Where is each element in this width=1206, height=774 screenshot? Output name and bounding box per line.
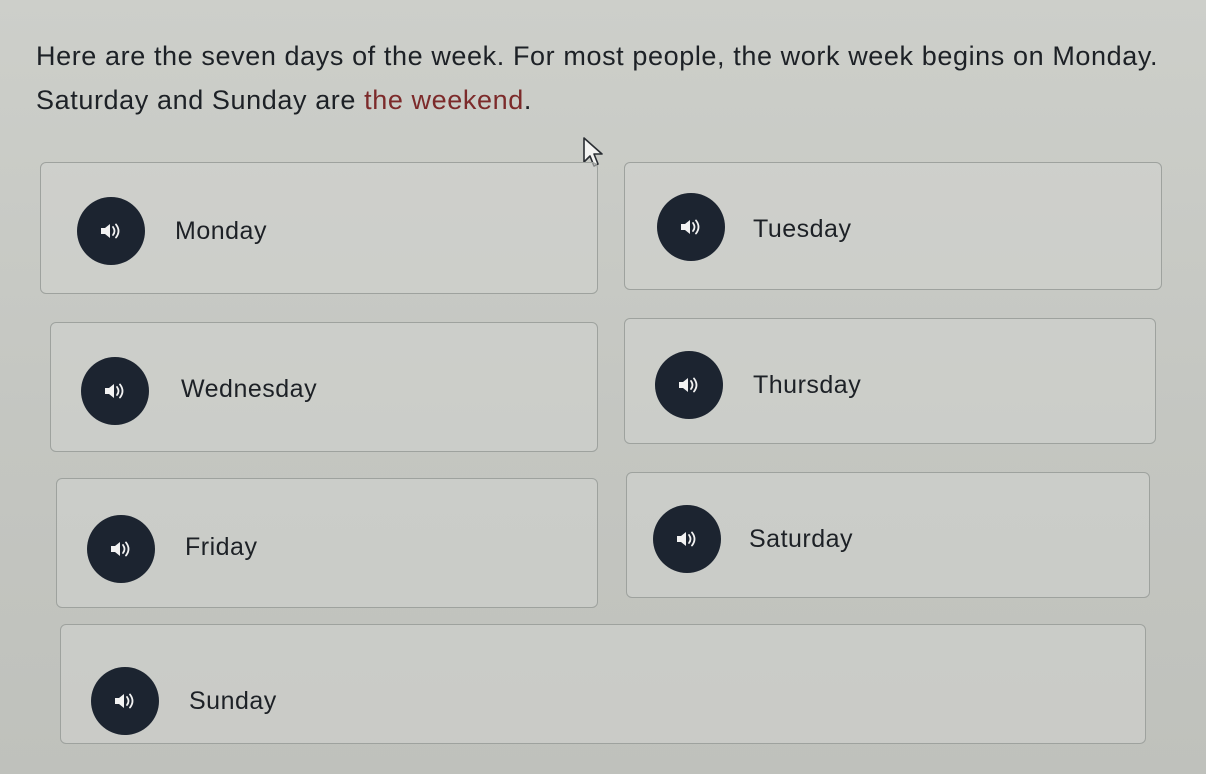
day-card-saturday: Saturday	[626, 472, 1150, 598]
speaker-icon	[677, 531, 696, 547]
speaker-icon	[679, 377, 698, 393]
day-card-thursday: Thursday	[624, 318, 1156, 444]
play-audio-button-sunday[interactable]	[91, 667, 159, 735]
play-audio-button-saturday[interactable]	[653, 505, 721, 573]
day-card-wednesday: Wednesday	[50, 322, 598, 452]
day-card-friday: Friday	[56, 478, 598, 608]
speaker-icon	[111, 541, 130, 557]
speaker-icon	[115, 693, 134, 709]
day-label-tuesday: Tuesday	[753, 215, 852, 243]
lesson-page: Here are the seven days of the week. For…	[0, 0, 1206, 774]
speaker-icon	[101, 223, 120, 239]
play-audio-button-friday[interactable]	[87, 515, 155, 583]
day-label-thursday: Thursday	[753, 371, 862, 399]
day-label-friday: Friday	[185, 533, 258, 561]
intro-highlight: the weekend	[364, 85, 524, 115]
speaker-icon	[105, 383, 124, 399]
day-label-wednesday: Wednesday	[181, 375, 318, 403]
day-card-monday: Monday	[40, 162, 598, 294]
day-label-saturday: Saturday	[749, 525, 854, 553]
play-audio-button-monday[interactable]	[77, 197, 145, 265]
intro-paragraph: Here are the seven days of the week. For…	[36, 34, 1176, 122]
play-audio-button-tuesday[interactable]	[657, 193, 725, 261]
day-card-tuesday: Tuesday	[624, 162, 1162, 290]
day-card-sunday: Sunday	[60, 624, 1146, 744]
speaker-icon	[681, 219, 700, 235]
play-audio-button-wednesday[interactable]	[81, 357, 149, 425]
day-label-sunday: Sunday	[189, 687, 277, 715]
intro-text: Here are the seven days of the week. For…	[36, 41, 1159, 115]
play-audio-button-thursday[interactable]	[655, 351, 723, 419]
day-label-monday: Monday	[175, 217, 267, 245]
intro-text-end: .	[523, 85, 532, 115]
